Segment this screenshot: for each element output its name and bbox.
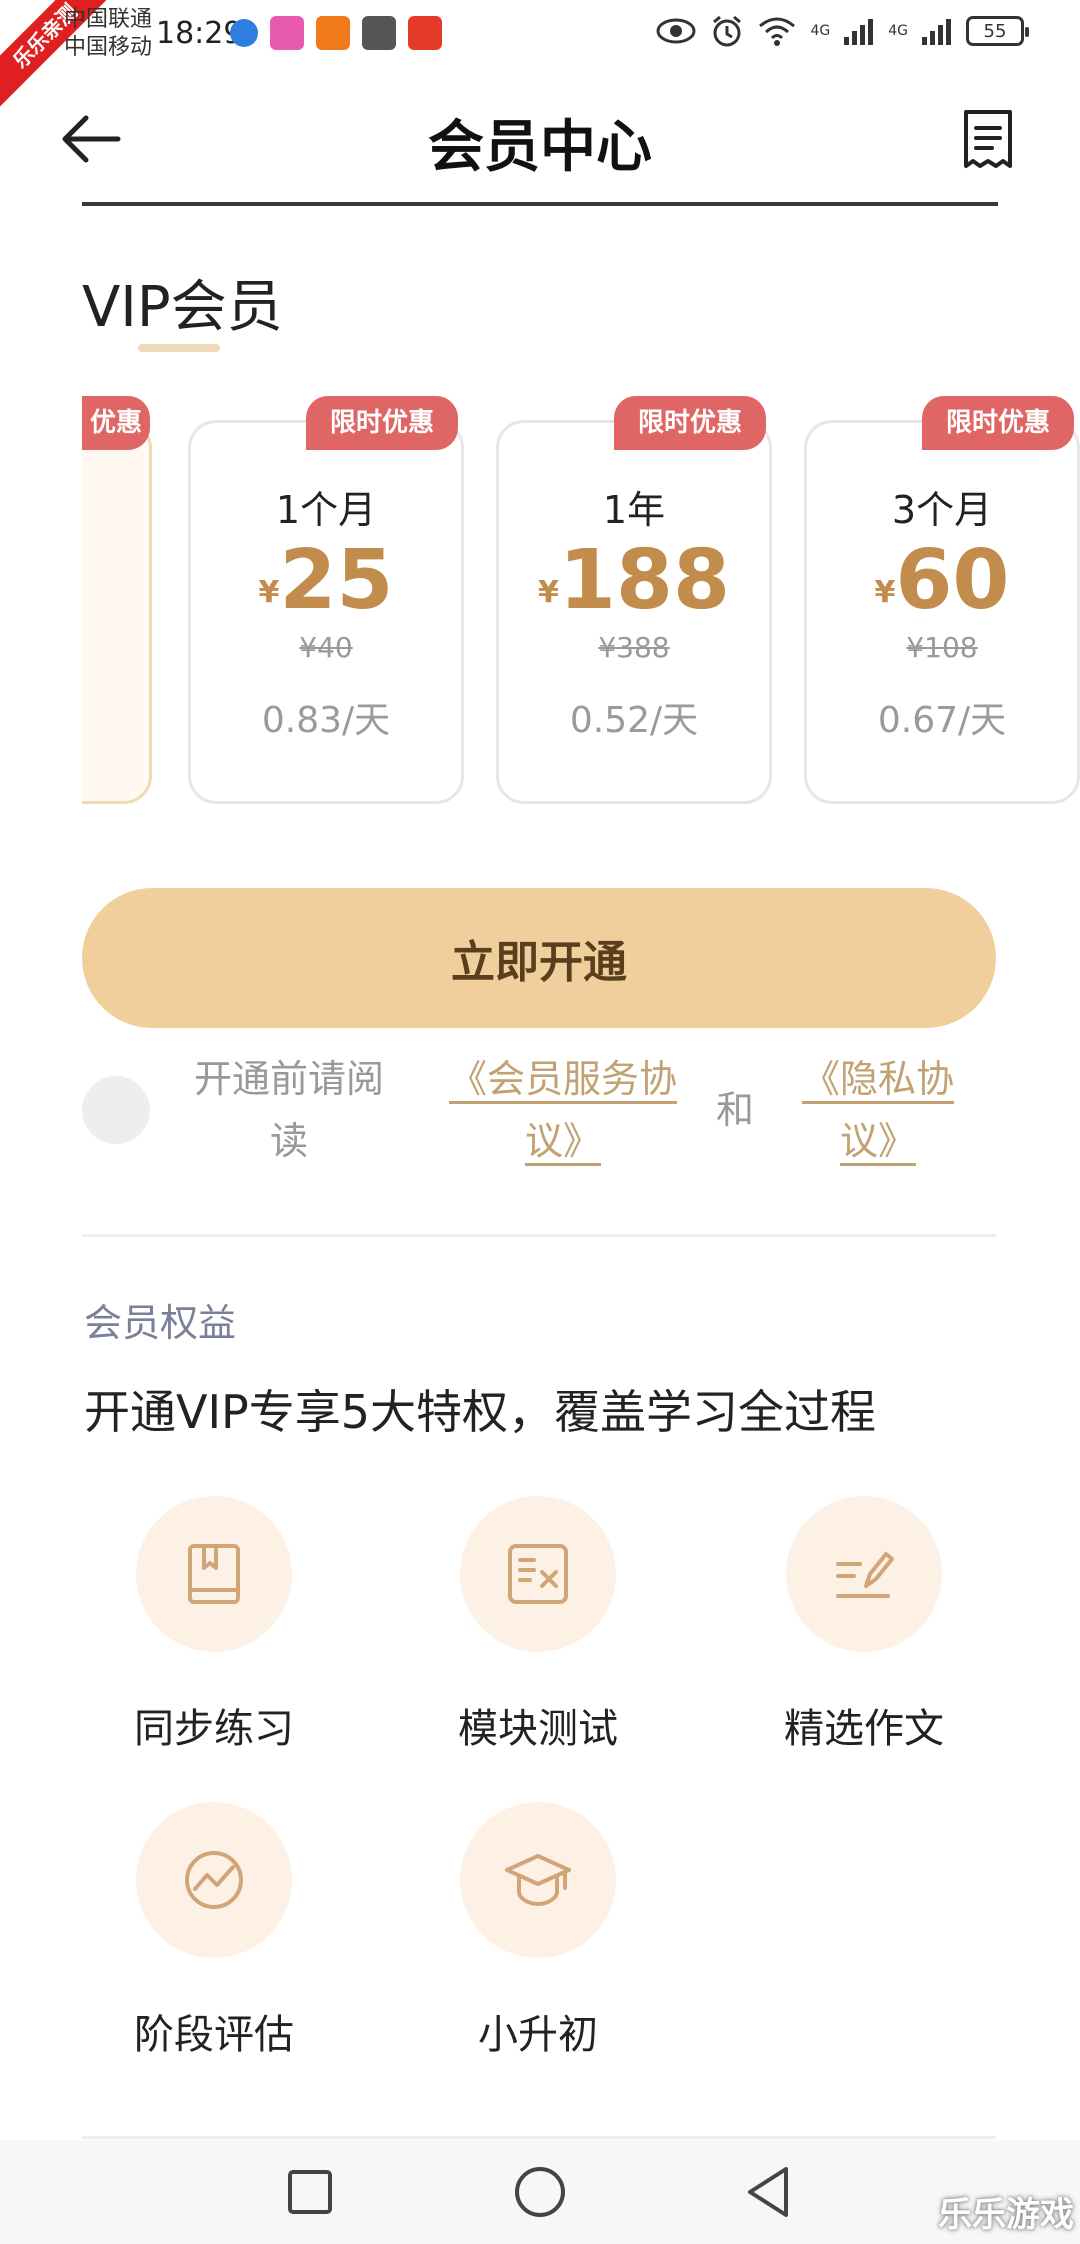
wifi-icon <box>759 17 796 46</box>
test-sheet-icon <box>508 1544 568 1604</box>
privacy-agreement-link[interactable]: 《隐私协议》 <box>790 1048 966 1172</box>
plan-name: 1年 <box>602 488 666 532</box>
circle-icon <box>515 2167 565 2217</box>
agreement-prefix: 开通前请阅读 <box>193 1057 384 1163</box>
plan-name: 3个月 <box>891 488 993 532</box>
red-packet-notification-icon <box>408 16 442 50</box>
back-nav-button[interactable] <box>736 2160 800 2224</box>
orders-button[interactable] <box>958 108 1018 172</box>
plan-price: ¥25 <box>258 533 394 628</box>
app-notification-icon <box>316 16 350 50</box>
square-icon <box>288 2170 332 2214</box>
eye-icon <box>656 18 696 44</box>
status-bar: 乐乐亲测 中国联通 中国移动 18:29 4G 4G 55 <box>0 0 1080 109</box>
network-type-2: 4G <box>888 23 908 39</box>
benefit-stage-assessment[interactable]: 阶段评估 <box>104 1802 324 2060</box>
vip-title-underline <box>138 344 220 352</box>
benefit-module-test[interactable]: 模块测试 <box>428 1496 648 1754</box>
plan-original-price: ¥108 <box>906 631 978 664</box>
alarm-icon <box>713 15 742 47</box>
plan-daily-price: 0.52/天 <box>569 700 699 741</box>
benefit-label: 同步练习 <box>134 1706 294 1752</box>
plan-name: 1个月 <box>275 488 377 532</box>
plan-card-partial[interactable] <box>82 420 152 804</box>
benefit-label: 精选作文 <box>784 1706 944 1752</box>
page-title: 会员中心 <box>428 115 652 180</box>
home-button[interactable] <box>508 2160 572 2224</box>
section-divider <box>82 2136 996 2139</box>
writing-icon <box>836 1552 894 1598</box>
plan-card-1-year[interactable]: 1年 ¥188 ¥388 0.52/天 <box>496 420 772 804</box>
benefit-selected-essays[interactable]: 精选作文 <box>754 1496 974 1754</box>
graduation-cap-icon <box>505 1854 571 1907</box>
carrier-2: 中国移动 <box>64 35 153 60</box>
app-header: 会员中心 <box>0 72 1080 206</box>
benefit-primary-to-middle[interactable]: 小升初 <box>428 1802 648 2060</box>
carrier-info: 中国联通 中国移动 <box>64 6 152 62</box>
signal-icon <box>922 19 951 45</box>
header-divider <box>82 202 998 206</box>
triangle-back-icon <box>748 2167 788 2217</box>
subscribe-button[interactable]: 立即开通 <box>82 888 996 1028</box>
plan-price: ¥60 <box>874 533 1010 628</box>
battery-icon: 55 <box>966 16 1029 46</box>
plan-original-price: ¥388 <box>598 631 670 664</box>
plan-badge: 限时优惠 <box>922 396 1074 450</box>
benefit-label: 阶段评估 <box>134 2012 294 2058</box>
plan-card-1-month[interactable]: 1个月 ¥25 ¥40 0.83/天 <box>188 420 464 804</box>
app-notification-icon <box>362 16 396 50</box>
benefit-sync-practice[interactable]: 同步练习 <box>104 1496 324 1754</box>
trend-icon <box>185 1851 243 1909</box>
plan-badge: 优惠 <box>82 396 150 450</box>
browser-notification-icon <box>230 19 258 47</box>
book-icon <box>188 1544 240 1604</box>
benefits-label: 会员权益 <box>84 1301 237 1345</box>
carrier-1: 中国联通 <box>64 7 153 32</box>
plan-badge: 限时优惠 <box>306 396 458 450</box>
member-service-agreement-link[interactable]: 《会员服务协议》 <box>436 1048 690 1172</box>
watermark: 乐乐游戏 <box>938 2195 1074 2235</box>
benefits-title: 开通VIP专享5大特权，覆盖学习全过程 <box>84 1385 877 1439</box>
agreement-checkbox[interactable] <box>82 1076 150 1144</box>
app-notification-icon <box>270 16 304 50</box>
benefit-label: 模块测试 <box>458 1706 618 1752</box>
section-divider <box>82 1234 996 1237</box>
plan-badge: 限时优惠 <box>614 396 766 450</box>
plan-price: ¥188 <box>537 533 731 628</box>
plan-original-price: ¥40 <box>299 631 353 664</box>
agreement-and: 和 <box>716 1088 755 1132</box>
system-status: 4G 4G 55 <box>656 14 1029 48</box>
plan-card-3-months[interactable]: 3个月 ¥60 ¥108 0.67/天 <box>804 420 1080 804</box>
recent-apps-button[interactable] <box>278 2160 342 2224</box>
receipt-icon <box>964 110 1012 168</box>
plan-daily-price: 0.67/天 <box>877 700 1007 741</box>
signal-icon <box>844 19 874 45</box>
plan-daily-price: 0.83/天 <box>261 700 391 741</box>
benefit-label: 小升初 <box>478 2012 598 2058</box>
vip-section-title: VIP会员 <box>82 275 283 340</box>
system-nav-bar: 乐乐游戏 <box>0 2140 1080 2244</box>
network-type-1: 4G <box>810 23 831 39</box>
notification-icons <box>230 16 442 50</box>
